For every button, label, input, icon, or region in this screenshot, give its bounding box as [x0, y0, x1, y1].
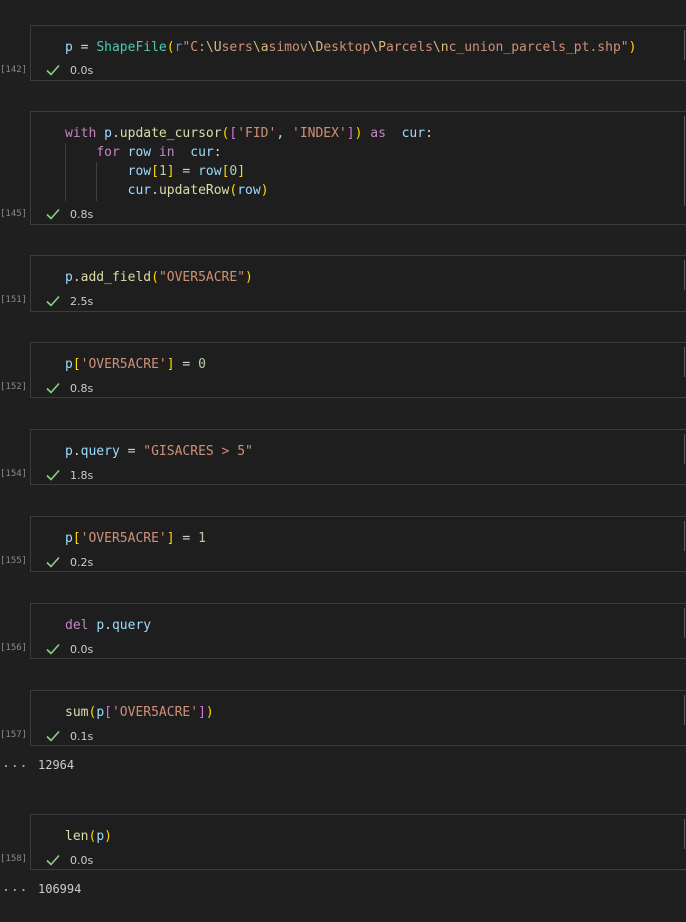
- execution-time: 0.8s: [70, 207, 94, 221]
- check-icon: [46, 469, 60, 481]
- execution-count: [156]: [0, 643, 28, 653]
- run-status: 2.5s: [45, 294, 93, 308]
- check-icon: [46, 854, 60, 866]
- execution-time: 1.8s: [70, 468, 94, 482]
- check-icon: [46, 643, 60, 655]
- run-status: 0.0s: [45, 642, 93, 656]
- check-icon: [46, 556, 60, 568]
- code-line: sum(p['OVER5ACRE']): [65, 705, 214, 720]
- run-status: 0.0s: [45, 853, 93, 867]
- check-icon: [46, 382, 60, 394]
- code-block: with p.update_cursor(['FID', 'INDEX']) a…: [65, 126, 433, 198]
- scrollbar[interactable]: [684, 116, 685, 206]
- scrollbar[interactable]: [684, 434, 685, 464]
- check-icon: [46, 730, 60, 742]
- execution-time: 0.1s: [70, 729, 94, 743]
- code-editor[interactable]: del p.query: [30, 603, 686, 659]
- code-editor[interactable]: len(p): [30, 814, 686, 870]
- code-line: p.query = "GISACRES > 5": [65, 444, 253, 459]
- run-status: 1.8s: [45, 468, 93, 482]
- code-editor[interactable]: sum(p['OVER5ACRE']): [30, 690, 686, 746]
- code-line: del p.query: [65, 618, 152, 633]
- execution-count: [142]: [0, 65, 28, 75]
- code-editor[interactable]: p['OVER5ACRE'] = 1: [30, 516, 686, 572]
- execution-time: 0.8s: [70, 381, 94, 395]
- execution-count: [155]: [0, 556, 28, 566]
- run-status: 0.8s: [45, 207, 93, 221]
- execution-count: [154]: [0, 469, 28, 479]
- execution-count: [158]: [0, 854, 28, 864]
- run-status: 0.8s: [45, 381, 93, 395]
- execution-count: [157]: [0, 730, 28, 740]
- execution-time: 0.0s: [70, 853, 94, 867]
- execution-count: [145]: [0, 209, 28, 219]
- check-icon: [46, 64, 60, 76]
- check-icon: [46, 295, 60, 307]
- scrollbar[interactable]: [684, 30, 685, 60]
- execution-time: 0.0s: [70, 63, 94, 77]
- execution-count: [151]: [0, 295, 28, 305]
- scrollbar[interactable]: [684, 521, 685, 551]
- code-editor[interactable]: with p.update_cursor(['FID', 'INDEX']) a…: [30, 111, 686, 225]
- code-editor[interactable]: p['OVER5ACRE'] = 0: [30, 342, 686, 398]
- code-line: len(p): [65, 829, 112, 844]
- code-line: p['OVER5ACRE'] = 1: [65, 531, 206, 546]
- code-editor[interactable]: p.add_field("OVER5ACRE"): [30, 255, 686, 312]
- cell-output: 12964: [38, 758, 75, 772]
- code-editor[interactable]: p.query = "GISACRES > 5": [30, 429, 686, 485]
- code-editor[interactable]: p = ShapeFile(r"C:\Users\asimov\Desktop\…: [30, 25, 686, 81]
- execution-time: 0.2s: [70, 555, 94, 569]
- run-status: 0.2s: [45, 555, 93, 569]
- run-status: 0.1s: [45, 729, 93, 743]
- scrollbar[interactable]: [684, 819, 685, 849]
- execution-time: 2.5s: [70, 294, 94, 308]
- execution-count: [152]: [0, 382, 28, 392]
- output-menu-button[interactable]: ...: [2, 880, 28, 895]
- scrollbar[interactable]: [684, 347, 685, 377]
- scrollbar[interactable]: [684, 608, 685, 638]
- run-status: 0.0s: [45, 63, 93, 77]
- output-menu-button[interactable]: ...: [2, 756, 28, 771]
- execution-time: 0.0s: [70, 642, 94, 656]
- scrollbar[interactable]: [684, 260, 685, 290]
- scrollbar[interactable]: [684, 695, 685, 725]
- code-line: p.add_field("OVER5ACRE"): [65, 270, 253, 285]
- cell-output: 106994: [38, 882, 82, 896]
- check-icon: [46, 208, 60, 220]
- code-line: p['OVER5ACRE'] = 0: [65, 357, 206, 372]
- code-line: p = ShapeFile(r"C:\Users\asimov\Desktop\…: [65, 40, 637, 55]
